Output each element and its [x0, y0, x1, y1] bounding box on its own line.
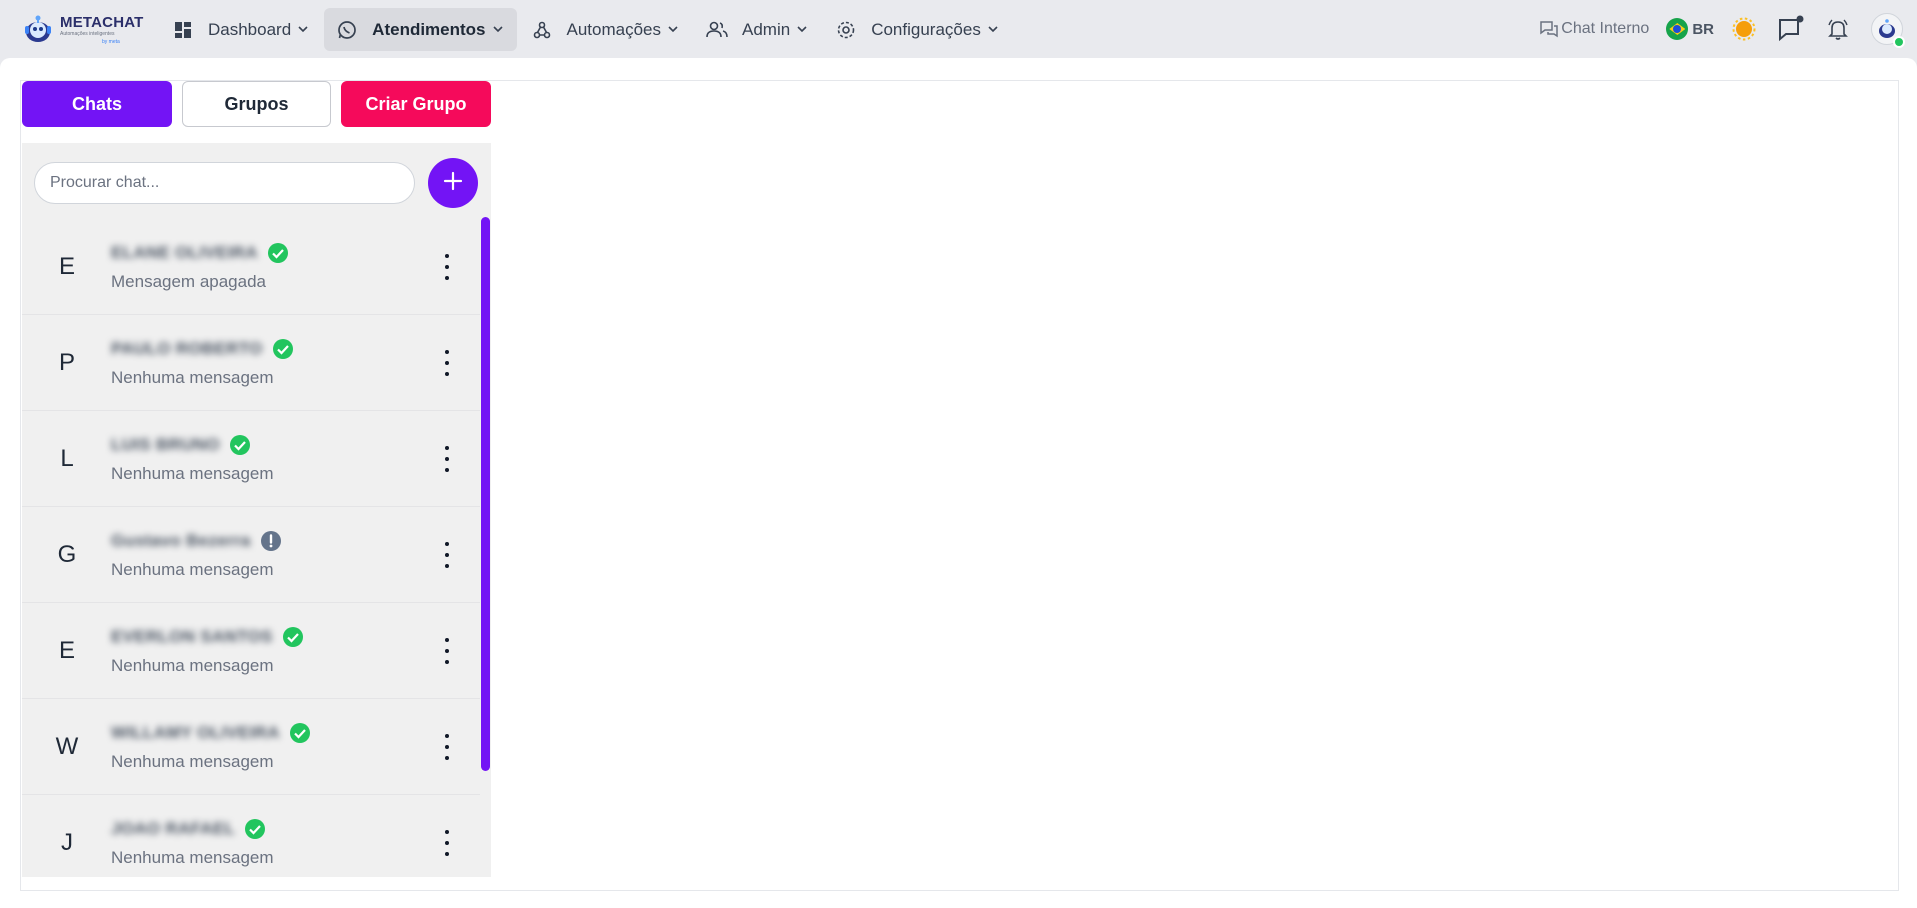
chevron-down-icon — [668, 25, 678, 35]
messages-icon[interactable] — [1777, 15, 1805, 43]
chevron-down-icon — [298, 25, 308, 35]
header-tools: Chat Interno BR — [1539, 0, 1917, 58]
chat-list-item[interactable]: J JOAO RAFAEL Nenhuma mensagem — [22, 795, 480, 877]
contact-name: JOAO RAFAEL — [111, 819, 236, 838]
chevron-down-icon — [492, 25, 503, 35]
logo-title: METACHAT — [60, 14, 144, 31]
logo-subtitle-2: by meta — [102, 39, 120, 45]
language-selector[interactable]: BR — [1666, 18, 1714, 40]
chat-list-scrollbar[interactable] — [481, 217, 490, 771]
contact-initial: L — [60, 444, 74, 472]
new-chat-button[interactable] — [428, 158, 478, 208]
more-options-icon[interactable] — [442, 254, 452, 280]
last-message: Mensagem apagada — [111, 272, 267, 291]
verified-check-icon — [282, 626, 304, 648]
verified-check-icon — [229, 434, 251, 456]
last-message: Nenhuma mensagem — [111, 464, 274, 483]
nav-admin-label: Admin — [742, 19, 791, 39]
whatsapp-icon — [336, 19, 358, 41]
nav-configuracoes-label: Configurações — [871, 19, 981, 39]
nav-atendimentos-label: Atendimentos — [372, 19, 486, 39]
verified-check-icon — [267, 242, 289, 264]
theme-toggle-sun-icon[interactable] — [1730, 15, 1758, 43]
contact-initial: W — [55, 732, 79, 760]
verified-check-icon — [272, 338, 294, 360]
contact-initial: E — [58, 636, 75, 664]
last-message: Nenhuma mensagem — [111, 848, 274, 867]
contact-initial: P — [58, 348, 75, 376]
contact-name: ELANE OLIVEIRA — [111, 243, 258, 262]
contact-initial: J — [61, 828, 73, 856]
webhook-icon — [531, 19, 553, 41]
chat-list-item[interactable]: E EVERLON SANTOS Nenhuma mensagem — [22, 603, 480, 699]
chat-list: E ELANE OLIVEIRA Mensagem apagada P PAUL… — [22, 219, 480, 877]
last-message: Nenhuma mensagem — [111, 368, 274, 387]
gear-icon — [835, 19, 857, 41]
chat-list-item[interactable]: W WILLAMY OLIVEIRA Nenhuma mensagem — [22, 699, 480, 795]
contact-name: PAULO ROBERTO — [111, 339, 263, 358]
chat-interno-button[interactable]: Chat Interno — [1539, 19, 1649, 39]
chat-interno-label: Chat Interno — [1561, 20, 1650, 37]
contact-initial: E — [58, 252, 75, 280]
tab-grupos[interactable]: Grupos — [182, 81, 331, 127]
last-message: Nenhuma mensagem — [111, 656, 274, 675]
more-options-icon[interactable] — [442, 542, 452, 568]
contact-name: LUIS BRUNO — [111, 435, 220, 454]
tab-chats[interactable]: Chats — [22, 81, 172, 127]
nav-dashboard-label: Dashboard — [208, 19, 292, 39]
warning-exclamation-icon — [260, 530, 282, 552]
dashboard-icon — [172, 19, 194, 41]
last-message: Nenhuma mensagem — [111, 560, 274, 579]
top-navbar: METACHAT Automações inteligentes by meta… — [0, 0, 1917, 58]
nav-admin[interactable]: Admin — [694, 8, 821, 51]
user-avatar[interactable] — [1871, 13, 1905, 48]
last-message: Nenhuma mensagem — [111, 752, 274, 771]
verified-check-icon — [289, 722, 311, 744]
chat-bubbles-icon — [1539, 19, 1559, 39]
chat-list-item[interactable]: L LUIS BRUNO Nenhuma mensagem — [22, 411, 480, 507]
nav-configuracoes[interactable]: Configurações — [823, 8, 1012, 51]
chevron-down-icon — [797, 25, 807, 35]
chat-tabs: Chats Grupos Criar Grupo — [22, 81, 491, 127]
contact-name: EVERLON SANTOS — [111, 627, 273, 646]
more-options-icon[interactable] — [442, 734, 452, 760]
more-options-icon[interactable] — [442, 350, 452, 376]
search-input[interactable] — [34, 162, 415, 204]
chat-list-item[interactable]: P PAULO ROBERTO Nenhuma mensagem — [22, 315, 480, 411]
more-options-icon[interactable] — [442, 638, 452, 664]
contact-name: WILLAMY OLIVEIRA — [111, 723, 280, 742]
nav-automacoes-label: Automações — [566, 19, 662, 39]
users-icon — [706, 19, 728, 41]
search-row — [34, 158, 478, 208]
app-logo[interactable]: METACHAT Automações inteligentes by meta — [20, 10, 143, 50]
brazil-flag-icon — [1666, 18, 1689, 40]
verified-check-icon — [244, 818, 266, 840]
chat-list-panel: E ELANE OLIVEIRA Mensagem apagada P PAUL… — [22, 143, 491, 877]
nav-atendimentos[interactable]: Atendimentos — [324, 8, 517, 51]
more-options-icon[interactable] — [442, 446, 452, 472]
plus-icon — [442, 170, 464, 197]
logo-subtitle: Automações inteligentes — [60, 31, 115, 37]
create-group-button[interactable]: Criar Grupo — [341, 81, 491, 127]
contact-name: Gustavo Bezerra — [111, 531, 251, 550]
nav-automacoes[interactable]: Automações — [519, 8, 693, 51]
bell-icon[interactable] — [1824, 15, 1852, 43]
chevron-down-icon — [988, 25, 998, 35]
robot-logo-icon — [20, 12, 56, 48]
online-status-dot — [1893, 36, 1905, 48]
chat-list-item[interactable]: G Gustavo Bezerra Nenhuma mensagem — [22, 507, 480, 603]
language-label: BR — [1692, 20, 1714, 38]
contact-initial: G — [57, 540, 77, 568]
nav-dashboard[interactable]: Dashboard — [160, 8, 322, 51]
main-nav: Dashboard Atendimentos Automações Admin — [160, 8, 1014, 51]
more-options-icon[interactable] — [442, 830, 452, 856]
chat-list-item[interactable]: E ELANE OLIVEIRA Mensagem apagada — [22, 219, 480, 315]
